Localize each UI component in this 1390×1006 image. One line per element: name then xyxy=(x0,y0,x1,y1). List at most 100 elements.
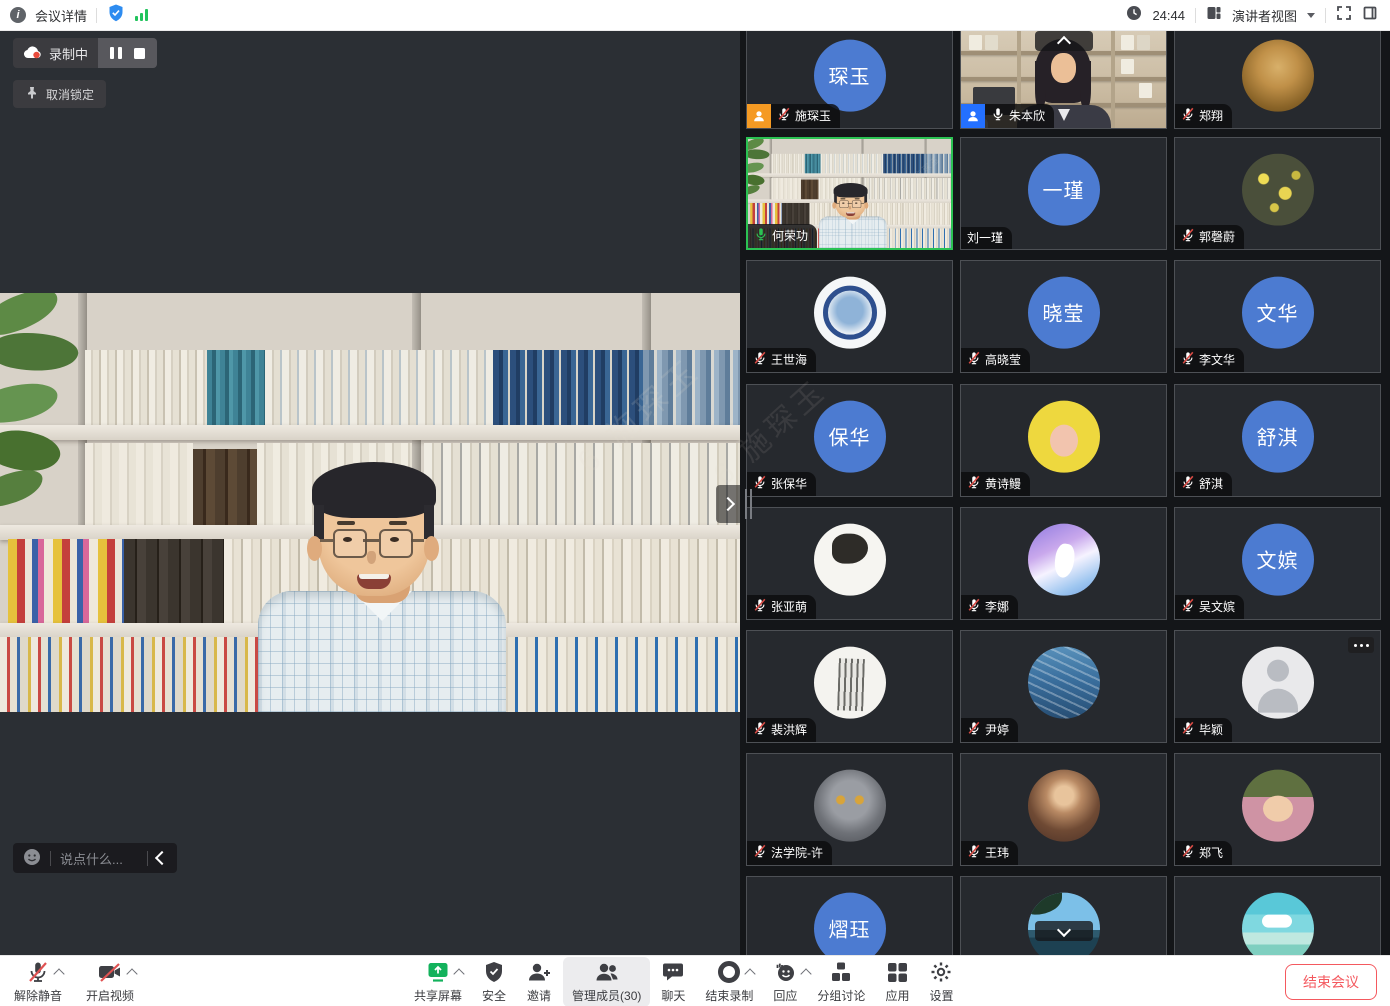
end-meeting-button[interactable]: 结束会议 xyxy=(1285,964,1377,1000)
bottom-toolbar: 解除静音开启视频 共享屏幕 安全 邀请管理成员(30) 聊天 结束录制回应分组讨论应用设… xyxy=(0,955,1390,1006)
divider xyxy=(50,851,51,866)
avatar: 文嫔 xyxy=(1242,523,1314,595)
emoji-smiley-icon[interactable] xyxy=(23,848,41,869)
toolbar-label: 设置 xyxy=(929,987,953,1004)
toolbar-breakout-button[interactable]: 分组讨论 xyxy=(817,960,865,1004)
participant-tile-23[interactable] xyxy=(1174,876,1381,955)
participant-label: 王玮 xyxy=(961,841,1018,865)
meeting-info-icon[interactable]: i xyxy=(10,7,26,23)
participant-tile-李文华[interactable]: 文华李文华 xyxy=(1174,260,1381,373)
participant-tile-毕颖[interactable]: 毕颖 xyxy=(1174,630,1381,743)
bookshelf-books xyxy=(85,350,207,426)
avatar: 文华 xyxy=(1242,276,1314,348)
toolbar-chat-button[interactable]: 聊天 xyxy=(661,960,685,1004)
toolbar-mic-muted-button[interactable]: 解除静音 xyxy=(14,960,62,1004)
participant-tile-朱本欣[interactable]: 朱本欣 xyxy=(960,30,1167,129)
toolbar-members-button[interactable]: 管理成员(30) xyxy=(563,957,650,1006)
toolbar-label: 共享屏幕 xyxy=(414,987,462,1004)
chat-input-placeholder[interactable]: 说点什么... xyxy=(60,849,138,868)
participant-label: 黄诗鳗 xyxy=(961,472,1030,496)
toolbar-label: 安全 xyxy=(482,987,506,1004)
participant-tile-张保华[interactable]: 保华张保华 xyxy=(746,384,953,497)
expand-panel-button[interactable] xyxy=(716,485,740,523)
participant-tile-王世海[interactable]: 王世海 xyxy=(746,260,953,373)
toolbar-reaction-button[interactable]: 回应 xyxy=(773,960,797,1004)
participant-label: 毕颖 xyxy=(1175,718,1232,742)
participant-name: 舒淇 xyxy=(1199,476,1223,492)
toolbar-apps-button[interactable]: 应用 xyxy=(885,960,909,1004)
toolbar-settings-button[interactable]: 设置 xyxy=(929,960,953,1004)
camera-off-icon xyxy=(97,960,123,985)
chevron-up-icon[interactable] xyxy=(453,968,464,979)
participant-label: 李娜 xyxy=(961,595,1018,619)
panel-drag-handle[interactable] xyxy=(745,489,747,519)
fullscreen-icon[interactable] xyxy=(1336,5,1352,26)
participant-label: 高晓莹 xyxy=(961,348,1030,372)
name-tag: 张保华 xyxy=(747,472,816,496)
participant-label: 郑翔 xyxy=(1175,104,1232,128)
collapse-chat-icon[interactable] xyxy=(155,851,169,865)
participant-tile-22[interactable] xyxy=(960,876,1167,955)
participant-tile-黄诗鳗[interactable]: 黄诗鳗 xyxy=(960,384,1167,497)
toolbar-camera-off-button[interactable]: 开启视频 xyxy=(86,960,134,1004)
participant-tile-郭磬蔚[interactable]: 郭磬蔚 xyxy=(1174,137,1381,250)
participant-label: 尹婷 xyxy=(961,718,1018,742)
avatar xyxy=(1242,892,1314,955)
participant-tile-张亚萌[interactable]: 张亚萌 xyxy=(746,507,953,620)
participant-label: 王世海 xyxy=(747,348,816,372)
view-mode-selector[interactable]: 演讲者视图 xyxy=(1232,6,1297,25)
unpin-button[interactable]: 取消锁定 xyxy=(13,80,106,108)
participant-name: 刘一瑾 xyxy=(967,230,1003,246)
toolbar-stop-record-button[interactable]: 结束录制 xyxy=(705,960,753,1004)
participant-label: 法学院-许 xyxy=(747,841,832,865)
window-mode-icon[interactable] xyxy=(1362,5,1378,26)
chevron-down-icon[interactable] xyxy=(1307,13,1315,18)
quick-chat-bar[interactable]: 说点什么... xyxy=(13,843,177,873)
name-tag: 郑翔 xyxy=(1175,104,1232,128)
toolbar-shield-button[interactable]: 安全 xyxy=(482,960,506,1004)
toolbar-label: 聊天 xyxy=(661,987,685,1004)
participant-tile-裴洪辉[interactable]: 裴洪辉 xyxy=(746,630,953,743)
participant-tile-舒淇[interactable]: 舒淇舒淇 xyxy=(1174,384,1381,497)
pause-recording-button[interactable] xyxy=(110,47,122,59)
participant-tile-郑翔[interactable]: 郑翔 xyxy=(1174,30,1381,129)
mic-muted-icon xyxy=(1181,721,1195,739)
participant-tile-何荣功[interactable]: 6 施琛玉 何荣功 xyxy=(746,137,953,250)
toolbar-label: 开启视频 xyxy=(86,987,134,1004)
members-icon xyxy=(594,960,620,985)
panel-drag-handle[interactable] xyxy=(750,489,752,519)
participant-tile-郑飞[interactable]: 郑飞 xyxy=(1174,753,1381,866)
chevron-up-icon[interactable] xyxy=(53,968,64,979)
participant-tile-刘一瑾[interactable]: 一瑾刘一瑾 xyxy=(960,137,1167,250)
avatar: 熠珏 xyxy=(814,892,886,955)
expand-tile-button[interactable] xyxy=(1035,921,1093,941)
shield-check-icon[interactable] xyxy=(106,3,126,28)
more-options-button[interactable] xyxy=(1348,637,1374,653)
meeting-details-label[interactable]: 会议详情 xyxy=(35,6,87,25)
participant-tile-法学院-许[interactable]: 法学院-许 xyxy=(746,753,953,866)
stop-recording-button[interactable] xyxy=(134,48,145,59)
chevron-up-icon[interactable] xyxy=(745,968,756,979)
mic-muted-icon xyxy=(967,721,981,739)
participant-tile-施琛玉[interactable]: 琛玉施琛玉 xyxy=(746,30,953,129)
collapse-tile-button[interactable] xyxy=(1035,31,1093,51)
chevron-up-icon[interactable] xyxy=(126,968,137,979)
participant-name: 毕颖 xyxy=(1199,722,1223,738)
participant-tile-李娜[interactable]: 李娜 xyxy=(960,507,1167,620)
toolbar-share-screen-button[interactable]: 共享屏幕 xyxy=(414,960,462,1004)
breakout-icon xyxy=(829,960,853,985)
chevron-up-icon[interactable] xyxy=(801,968,812,979)
participant-tile-熠珏[interactable]: 熠珏 xyxy=(746,876,953,955)
mic-muted-icon xyxy=(967,351,981,369)
network-signal-icon[interactable] xyxy=(135,9,148,21)
participant-tile-王玮[interactable]: 王玮 xyxy=(960,753,1167,866)
participant-tile-尹婷[interactable]: 尹婷 xyxy=(960,630,1167,743)
participant-label: 施琛玉 xyxy=(771,104,840,128)
participant-tile-高晓莹[interactable]: 晓莹高晓莹 xyxy=(960,260,1167,373)
participant-tile-吴文嫔[interactable]: 文嫔吴文嫔 xyxy=(1174,507,1381,620)
avatar-initials: 晓莹 xyxy=(1043,298,1085,327)
view-layout-icon[interactable] xyxy=(1206,5,1222,26)
toolbar-invite-button[interactable]: 邀请 xyxy=(526,960,552,1004)
name-tag: 尹婷 xyxy=(961,718,1018,742)
name-tag: 朱本欣 xyxy=(961,104,1054,128)
